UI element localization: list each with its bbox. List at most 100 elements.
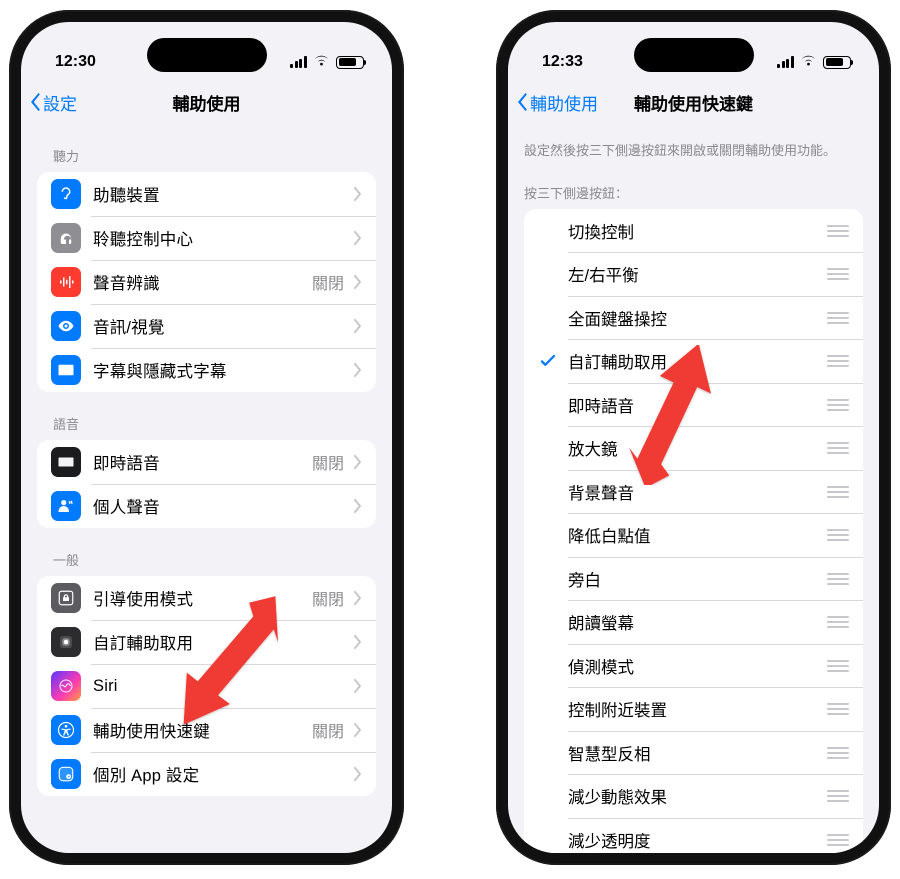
shortcut-list-container[interactable]: 切換控制左/右平衡全面鍵盤操控自訂輔助取用即時語音放大鏡背景聲音降低白點值旁白朗… xyxy=(508,209,879,853)
shortcut-title: 即時語音 xyxy=(568,393,827,417)
chevron-right-icon xyxy=(354,591,362,605)
checkmark-icon xyxy=(538,699,558,719)
row-title: 字幕與隱藏式字幕 xyxy=(93,358,344,382)
wifi-icon xyxy=(801,56,817,68)
drag-handle-icon[interactable] xyxy=(827,486,849,498)
settings-row[interactable]: Siri xyxy=(37,664,376,708)
assistive-icon xyxy=(51,627,81,657)
shortcut-title: 放大鏡 xyxy=(568,436,827,460)
row-title: 音訊/視覺 xyxy=(93,314,344,338)
settings-group: 助聽裝置聆聽控制中心聲音辨識關閉音訊/視覺字幕與隱藏式字幕 xyxy=(37,172,376,392)
drag-handle-icon[interactable] xyxy=(827,312,849,324)
drag-handle-icon[interactable] xyxy=(827,268,849,280)
settings-list[interactable]: 聽力助聽裝置聆聽控制中心聲音辨識關閉音訊/視覺字幕與隱藏式字幕語音即時語音關閉個… xyxy=(21,124,392,816)
nav-title: 輔助使用 xyxy=(173,90,241,115)
settings-row[interactable]: 聲音辨識關閉 xyxy=(37,260,376,304)
checkmark-icon xyxy=(538,743,558,763)
settings-row[interactable]: 個別 App 設定 xyxy=(37,752,376,796)
status-time: 12:30 xyxy=(55,53,96,71)
settings-row[interactable]: 助聽裝置 xyxy=(37,172,376,216)
caption-icon xyxy=(51,355,81,385)
drag-handle-icon[interactable] xyxy=(827,703,849,715)
drag-handle-icon[interactable] xyxy=(827,660,849,672)
checkmark-icon xyxy=(538,438,558,458)
drag-handle-icon[interactable] xyxy=(827,399,849,411)
content-right: 輔助使用 輔助使用快速鍵 設定然後按三下側邊按鈕來開啟或關閉輔助使用功能。 按三… xyxy=(508,80,879,853)
nav-back-label: 設定 xyxy=(43,90,77,115)
lock-square-icon xyxy=(51,583,81,613)
cellular-icon xyxy=(290,56,308,68)
chevron-right-icon xyxy=(354,679,362,693)
row-title: 引導使用模式 xyxy=(93,586,304,610)
nav-back-button[interactable]: 輔助使用 xyxy=(516,80,598,124)
settings-row[interactable]: 引導使用模式關閉 xyxy=(37,576,376,620)
checkmark-icon xyxy=(538,569,558,589)
shortcut-row[interactable]: 左/右平衡 xyxy=(524,252,863,296)
navbar: 輔助使用 輔助使用快速鍵 xyxy=(508,80,879,124)
shortcut-row[interactable]: 智慧型反相 xyxy=(524,731,863,775)
shortcut-row[interactable]: 即時語音 xyxy=(524,383,863,427)
shortcut-title: 偵測模式 xyxy=(568,654,827,678)
settings-row[interactable]: 聆聽控制中心 xyxy=(37,216,376,260)
section-description: 設定然後按三下側邊按鈕來開啟或關閉輔助使用功能。 xyxy=(508,124,879,167)
chevron-right-icon xyxy=(354,455,362,469)
nav-back-label: 輔助使用 xyxy=(530,90,598,115)
shortcut-row[interactable]: 旁白 xyxy=(524,557,863,601)
drag-handle-icon[interactable] xyxy=(827,225,849,237)
navbar: 設定 輔助使用 xyxy=(21,80,392,124)
checkmark-icon xyxy=(538,351,558,371)
status-time: 12:33 xyxy=(542,53,583,71)
shortcut-row[interactable]: 控制附近裝置 xyxy=(524,687,863,731)
shortcut-title: 左/右平衡 xyxy=(568,262,827,286)
waveform-icon xyxy=(51,267,81,297)
checkmark-icon xyxy=(538,525,558,545)
shortcut-row[interactable]: 背景聲音 xyxy=(524,470,863,514)
headphones-icon xyxy=(51,223,81,253)
ear-icon xyxy=(51,179,81,209)
drag-handle-icon[interactable] xyxy=(827,616,849,628)
shortcut-row[interactable]: 自訂輔助取用 xyxy=(524,339,863,383)
drag-handle-icon[interactable] xyxy=(827,442,849,454)
settings-row[interactable]: 即時語音關閉 xyxy=(37,440,376,484)
nav-back-button[interactable]: 設定 xyxy=(29,80,77,124)
drag-handle-icon[interactable] xyxy=(827,529,849,541)
shortcut-row[interactable]: 切換控制 xyxy=(524,209,863,253)
shortcut-row[interactable]: 朗讀螢幕 xyxy=(524,600,863,644)
shortcut-row[interactable]: 降低白點值 xyxy=(524,513,863,557)
shortcut-list: 切換控制左/右平衡全面鍵盤操控自訂輔助取用即時語音放大鏡背景聲音降低白點值旁白朗… xyxy=(524,209,863,853)
drag-handle-icon[interactable] xyxy=(827,573,849,585)
checkmark-icon xyxy=(538,656,558,676)
chevron-right-icon xyxy=(354,187,362,201)
shortcut-title: 減少動態效果 xyxy=(568,784,827,808)
settings-row[interactable]: 自訂輔助取用 xyxy=(37,620,376,664)
shortcut-title: 切換控制 xyxy=(568,219,827,243)
row-title: 即時語音 xyxy=(93,450,304,474)
accessibility-icon xyxy=(51,715,81,745)
settings-row[interactable]: 輔助使用快速鍵關閉 xyxy=(37,708,376,752)
settings-row[interactable]: 音訊/視覺 xyxy=(37,304,376,348)
drag-handle-icon[interactable] xyxy=(827,834,849,846)
shortcut-row[interactable]: 減少透明度 xyxy=(524,818,863,853)
drag-handle-icon[interactable] xyxy=(827,747,849,759)
drag-handle-icon[interactable] xyxy=(827,790,849,802)
app-settings-icon xyxy=(51,759,81,789)
battery-icon xyxy=(823,56,851,69)
row-title: 個人聲音 xyxy=(93,494,344,518)
section-header: 聽力 xyxy=(37,124,376,172)
cellular-icon xyxy=(777,56,795,68)
screen-right: 12:33 輔助使用 輔助使用快速鍵 設定然後按三下 xyxy=(508,22,879,853)
settings-row[interactable]: 個人聲音 xyxy=(37,484,376,528)
row-title: 聲音辨識 xyxy=(93,270,304,294)
shortcut-row[interactable]: 偵測模式 xyxy=(524,644,863,688)
drag-handle-icon[interactable] xyxy=(827,355,849,367)
shortcut-row[interactable]: 減少動態效果 xyxy=(524,774,863,818)
shortcut-title: 背景聲音 xyxy=(568,480,827,504)
settings-row[interactable]: 字幕與隱藏式字幕 xyxy=(37,348,376,392)
shortcut-row[interactable]: 全面鍵盤操控 xyxy=(524,296,863,340)
shortcut-row[interactable]: 放大鏡 xyxy=(524,426,863,470)
checkmark-icon xyxy=(538,264,558,284)
phone-left: 12:30 設定 輔助使用 聽力助聽裝置聆聽控制中心 xyxy=(9,10,404,865)
status-icons xyxy=(290,56,364,69)
screen-left: 12:30 設定 輔助使用 聽力助聽裝置聆聽控制中心 xyxy=(21,22,392,853)
section-header: 語音 xyxy=(37,392,376,440)
